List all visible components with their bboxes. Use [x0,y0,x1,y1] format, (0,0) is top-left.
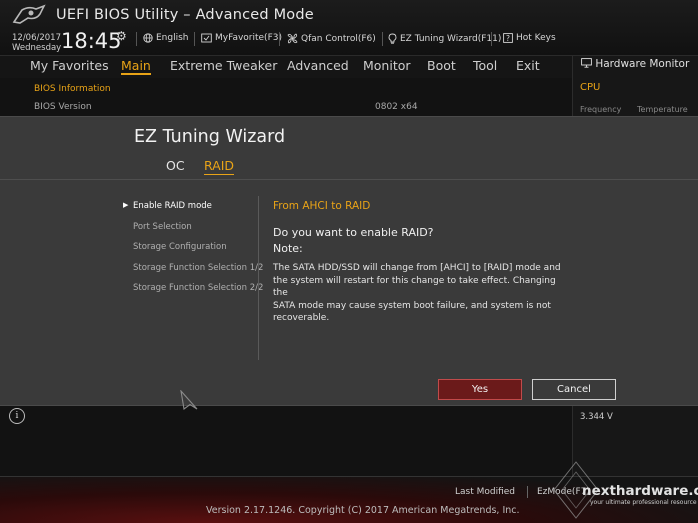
note-label: Note: [273,242,303,255]
clock-display: 18:45 [61,29,122,53]
tab-raid[interactable]: RAID [204,158,235,175]
qfan-control-link[interactable]: Qfan Control(F6) [287,33,376,44]
hardware-monitor-label: Hardware Monitor [595,58,690,70]
toolbar-separator [382,32,383,46]
note-line: recoverable. [273,313,330,323]
toolbar-separator [136,32,137,46]
menu-extreme-tweaker[interactable]: Extreme Tweaker [170,58,277,73]
note-line: SATA mode may cause system boot failure,… [273,300,551,311]
bios-information-label: BIOS Information [34,84,111,94]
toolbar-separator [279,32,280,46]
info-icon[interactable]: i [9,408,25,424]
hardware-monitor-title: Hardware Monitor [581,58,689,70]
tab-oc[interactable]: OC [166,158,185,173]
hot-keys-label: Hot Keys [516,33,556,43]
myfavorite-link[interactable]: MyFavorite(F3) [201,33,282,43]
menu-exit[interactable]: Exit [516,58,540,73]
copyright-text: Version 2.17.1246. Copyright (C) 2017 Am… [206,505,520,516]
menu-monitor[interactable]: Monitor [363,58,411,73]
step-storage-function-1: Storage Function Selection 1/2 [133,263,264,273]
watermark-logo: nexthardware.com your ultimate professio… [553,461,698,519]
hw-voltage-value: 3.344 V [580,412,613,422]
yes-button[interactable]: Yes [438,379,522,400]
app-title: UEFI BIOS Utility – Advanced Mode [56,7,314,23]
toolbar-separator [194,32,195,46]
bios-version-label: BIOS Version [34,102,92,112]
step-storage-function-2: Storage Function Selection 2/2 [133,283,264,293]
ez-tuning-wizard-label: EZ Tuning Wizard(F11) [400,33,502,44]
content-divider [258,196,259,360]
step-enable-raid-mode: Enable RAID mode [133,201,212,211]
note-text: The SATA HDD/SSD will change from [AHCI]… [273,262,569,325]
fan-icon [287,33,298,44]
globe-icon [143,33,153,43]
menu-advanced[interactable]: Advanced [287,58,349,73]
mouse-cursor-icon [180,390,198,410]
hw-frequency-label: Frequency [580,105,622,114]
wizard-divider [0,179,698,180]
menu-my-favorites[interactable]: My Favorites [30,58,109,73]
hot-keys-link[interactable]: ? Hot Keys [503,33,556,43]
svg-text:?: ? [506,34,510,43]
footer-separator [527,486,528,498]
menu-boot[interactable]: Boot [427,58,456,73]
language-label: English [156,33,189,43]
lightbulb-icon [388,33,397,44]
help-icon: ? [503,33,513,43]
wizard-question: Do you want to enable RAID? [273,226,434,239]
day-value: Wednesday [12,43,62,53]
menu-tool[interactable]: Tool [473,58,497,73]
language-link[interactable]: English [143,33,189,43]
watermark-name: nexthardware.com [582,483,698,499]
watermark-tagline: your ultimate professional resource [590,499,697,506]
wizard-section-heading: From AHCI to RAID [273,200,371,212]
step-port-selection: Port Selection [133,222,192,232]
last-modified-link[interactable]: Last Modified [455,487,515,497]
bios-version-value: 0802 x64 [375,102,418,112]
current-step-arrow-icon: ▶ [123,201,129,209]
hw-temperature-label: Temperature [637,105,688,114]
date-value: 12/06/2017 [12,33,61,43]
ez-tuning-wizard-dialog [0,116,698,406]
date-display: 12/06/2017 Wednesday [12,33,61,53]
cancel-button[interactable]: Cancel [532,379,616,400]
wizard-title: EZ Tuning Wizard [134,127,286,147]
clock-settings-icon[interactable]: ⚙ [116,29,127,43]
note-line: the system will restart for this change … [273,275,556,299]
note-line: The SATA HDD/SSD will change from [AHCI]… [273,263,561,273]
monitor-icon [581,58,592,68]
toolbar-separator [491,32,492,46]
favorite-icon [201,33,212,43]
menu-main[interactable]: Main [121,58,151,75]
qfan-control-label: Qfan Control(F6) [301,33,376,44]
step-storage-configuration: Storage Configuration [133,242,227,252]
ez-tuning-wizard-link[interactable]: EZ Tuning Wizard(F11) [388,33,501,44]
rog-logo-icon [12,4,46,24]
myfavorite-label: MyFavorite(F3) [215,33,282,43]
hw-cpu-label: CPU [580,82,601,93]
